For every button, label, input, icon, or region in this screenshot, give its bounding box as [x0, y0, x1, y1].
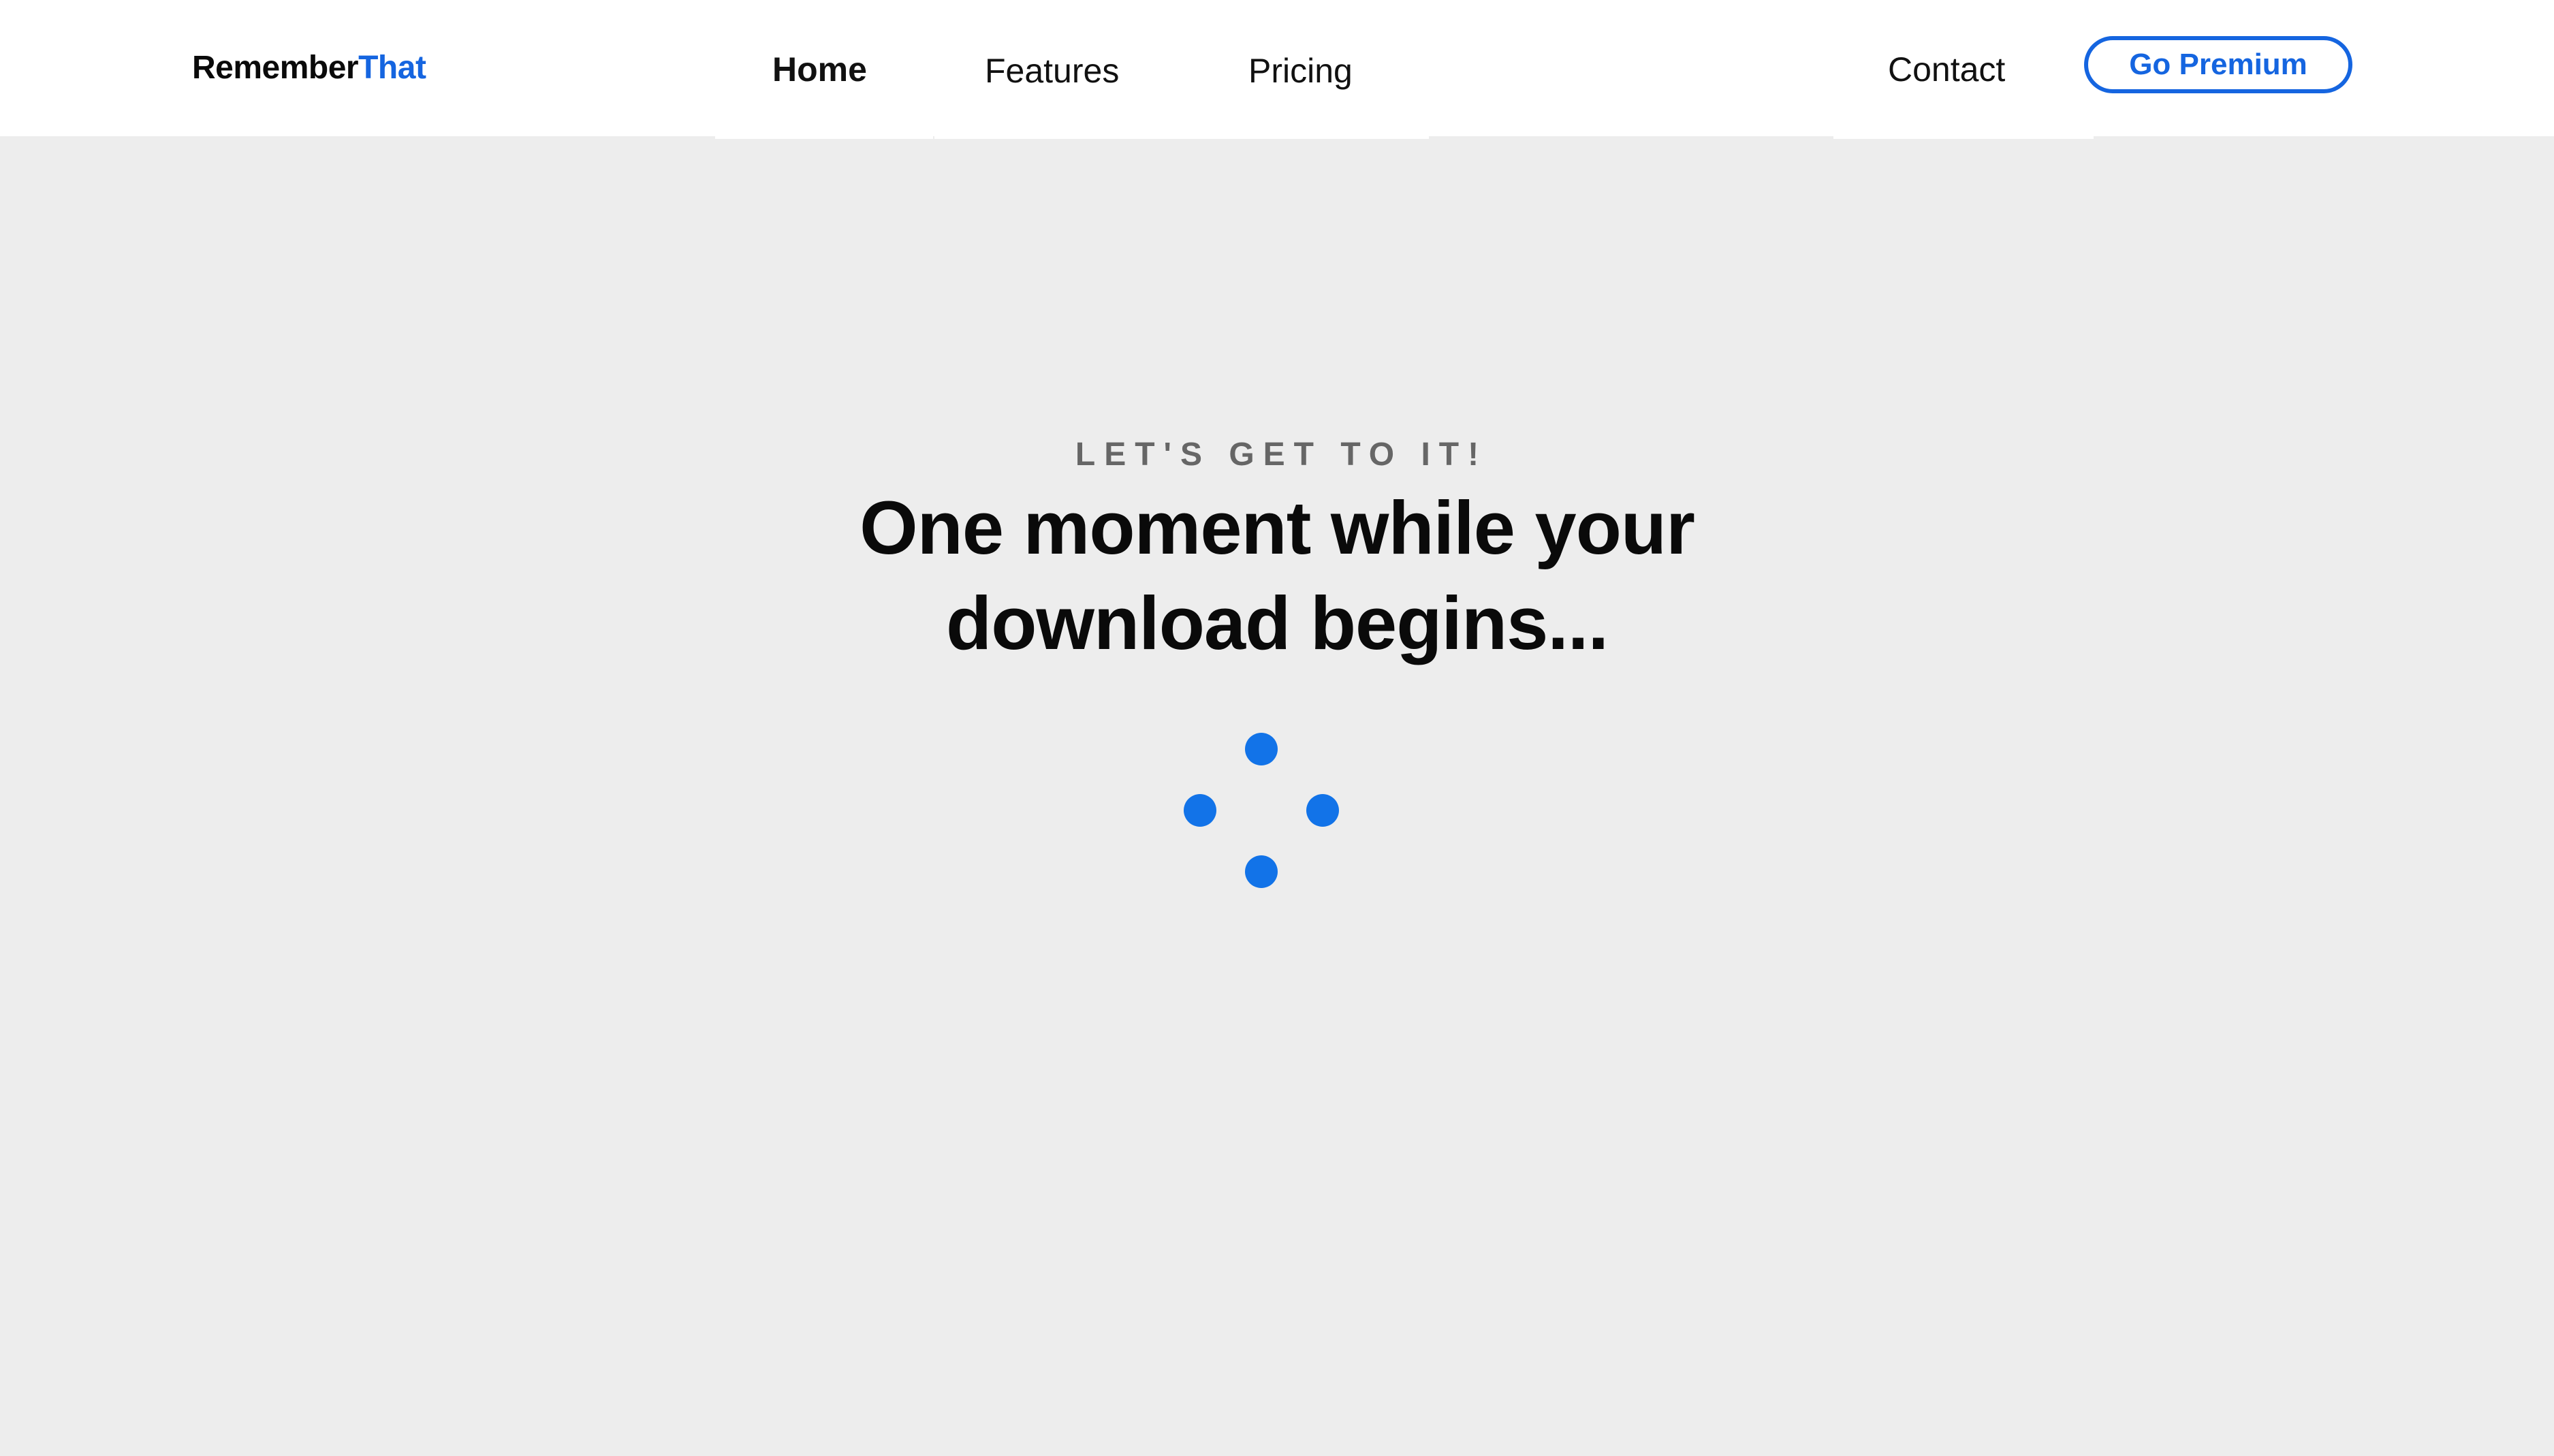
nav-link-features[interactable]: Features — [985, 49, 1119, 93]
eyebrow-text: LET'S GET TO IT! — [1075, 437, 1488, 473]
spinner-dot — [1245, 855, 1278, 888]
brand-name-part2: That — [358, 50, 426, 86]
headline-line-2: download begins... — [946, 582, 1609, 665]
site-header: RememberThat Home Features Pricing Conta… — [0, 0, 2554, 136]
page-title: One moment while your download begins... — [732, 481, 1822, 671]
nav-divider — [715, 133, 933, 139]
brand-name-part1: Remember — [192, 50, 359, 86]
nav-link-pricing[interactable]: Pricing — [1248, 49, 1353, 93]
nav-link-contact[interactable]: Contact — [1888, 48, 2005, 91]
spinner-dot — [1184, 794, 1216, 827]
spinner-dot — [1245, 733, 1278, 765]
go-premium-button[interactable]: Go Premium — [2084, 36, 2352, 93]
nav-link-home[interactable]: Home — [772, 48, 867, 91]
nav-divider — [934, 133, 1429, 139]
brand-logo[interactable]: RememberThat — [192, 46, 426, 90]
headline-line-1: One moment while your — [860, 486, 1695, 570]
nav-divider — [1833, 133, 2094, 139]
loading-spinner-icon — [1181, 733, 1342, 893]
spinner-dot — [1306, 794, 1339, 827]
